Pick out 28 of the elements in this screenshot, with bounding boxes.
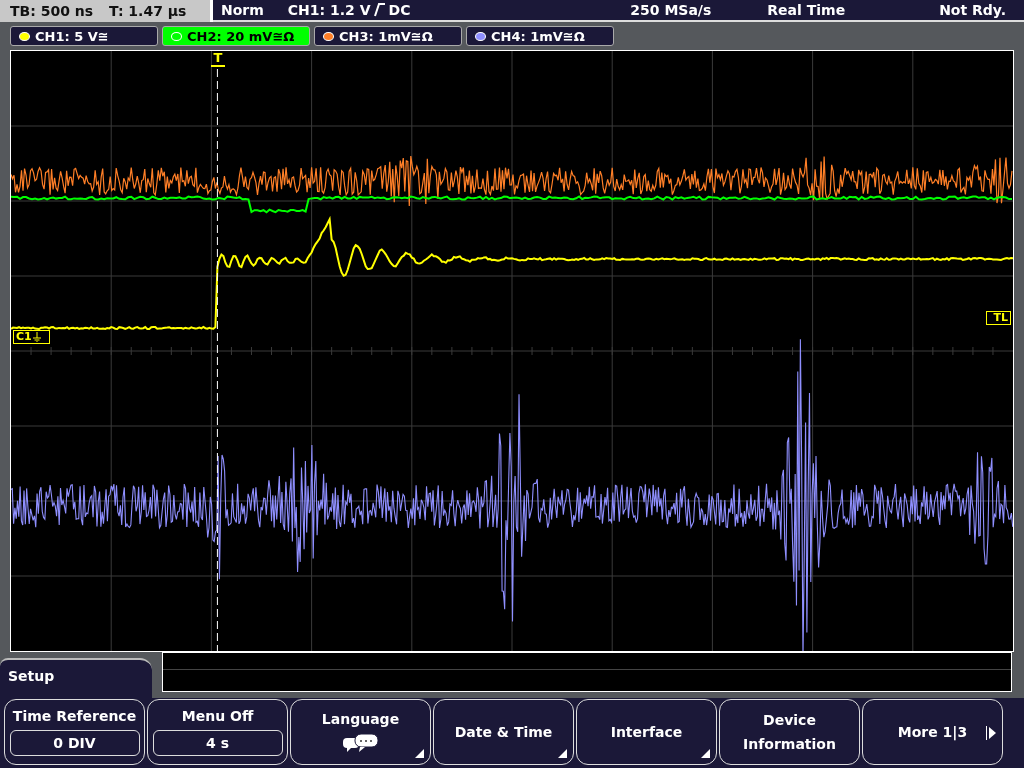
softkey-button[interactable]: Device Information	[719, 699, 860, 765]
acquisition-state: Not Rdy.	[939, 2, 1006, 18]
softkey-button[interactable]: Time Reference 0 DIV	[4, 699, 145, 765]
channel-tab[interactable]: CH1: 5 V≅	[10, 26, 158, 46]
trigger-coupling: DC	[388, 2, 411, 18]
softkey-button[interactable]: Menu Off 4 s	[147, 699, 288, 765]
softkey-button[interactable]: Language	[290, 699, 431, 765]
ground-icon	[32, 332, 41, 342]
corner-triangle-icon	[558, 749, 567, 758]
channel-tab[interactable]: CH3: 1mV≅Ω	[314, 26, 462, 46]
next-page-icon	[986, 726, 996, 740]
softkey-button[interactable]: Interface	[576, 699, 717, 765]
trigger-mode: Norm	[221, 2, 264, 18]
rising-edge-icon	[373, 3, 386, 17]
softkey-button[interactable]: More 1|3	[862, 699, 1003, 765]
corner-triangle-icon	[701, 749, 710, 758]
trigger-level-marker[interactable]: TL	[986, 311, 1011, 325]
trigger-time-readout: T: 1.47 µs	[109, 3, 187, 19]
corner-triangle-icon	[415, 749, 424, 758]
acquisition-mode: Real Time	[767, 2, 846, 18]
channel-tab[interactable]: CH2: 20 mV≅Ω	[162, 26, 310, 46]
channel-marker[interactable]: C1	[13, 330, 50, 344]
channel-tab[interactable]: CH4: 1mV≅Ω	[466, 26, 614, 46]
softkey-button[interactable]: Date & Time	[433, 699, 574, 765]
trigger-level: CH1: 1.2 V	[287, 2, 371, 18]
sample-rate: 250 MSa/s	[630, 2, 712, 18]
speech-bubbles-icon	[341, 733, 380, 753]
timebase-readout: TB: 500 ns	[10, 3, 94, 19]
